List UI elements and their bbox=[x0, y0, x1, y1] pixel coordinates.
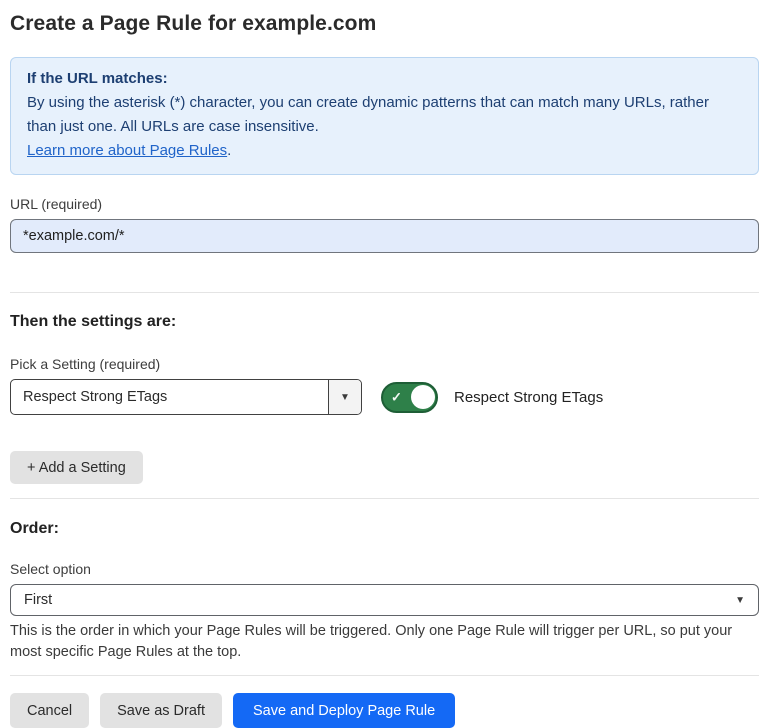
setting-select-arrow-button[interactable]: ▼ bbox=[328, 380, 361, 414]
page-rule-form: Create a Page Rule for example.com If th… bbox=[0, 0, 769, 728]
cancel-button[interactable]: Cancel bbox=[10, 693, 89, 728]
divider bbox=[10, 292, 759, 293]
link-suffix: . bbox=[227, 142, 231, 159]
url-input[interactable] bbox=[10, 219, 759, 253]
settings-section-heading: Then the settings are: bbox=[10, 313, 759, 331]
order-select-label: Select option bbox=[10, 561, 759, 577]
footer-actions: Cancel Save as Draft Save and Deploy Pag… bbox=[10, 693, 759, 728]
url-match-info-box: If the URL matches: By using the asteris… bbox=[10, 57, 759, 175]
setting-select-value: Respect Strong ETags bbox=[11, 380, 328, 414]
save-and-deploy-button[interactable]: Save and Deploy Page Rule bbox=[233, 693, 455, 728]
page-title: Create a Page Rule for example.com bbox=[10, 12, 759, 36]
url-field-label: URL (required) bbox=[10, 196, 759, 212]
chevron-down-icon: ▼ bbox=[735, 595, 745, 606]
chevron-down-icon: ▼ bbox=[340, 392, 350, 403]
order-select-value: First bbox=[24, 592, 735, 608]
setting-toggle-label: Respect Strong ETags bbox=[454, 389, 603, 406]
learn-more-link[interactable]: Learn more about Page Rules bbox=[27, 142, 227, 159]
setting-row: Respect Strong ETags ▼ ✓ Respect Strong … bbox=[10, 379, 759, 415]
order-section-heading: Order: bbox=[10, 520, 759, 538]
toggle-knob bbox=[411, 385, 435, 409]
pick-setting-label: Pick a Setting (required) bbox=[10, 356, 759, 372]
order-select[interactable]: First ▼ bbox=[10, 584, 759, 616]
setting-toggle[interactable]: ✓ bbox=[381, 382, 438, 413]
divider bbox=[10, 675, 759, 676]
save-as-draft-button[interactable]: Save as Draft bbox=[100, 693, 222, 728]
order-help-text: This is the order in which your Page Rul… bbox=[10, 621, 755, 663]
info-box-body: By using the asterisk (*) character, you… bbox=[27, 91, 742, 139]
check-icon: ✓ bbox=[391, 391, 402, 404]
divider bbox=[10, 498, 759, 499]
setting-select[interactable]: Respect Strong ETags ▼ bbox=[10, 379, 362, 415]
add-setting-button[interactable]: + Add a Setting bbox=[10, 451, 143, 484]
info-box-link-line: Learn more about Page Rules. bbox=[27, 139, 742, 163]
info-box-heading: If the URL matches: bbox=[27, 67, 742, 91]
